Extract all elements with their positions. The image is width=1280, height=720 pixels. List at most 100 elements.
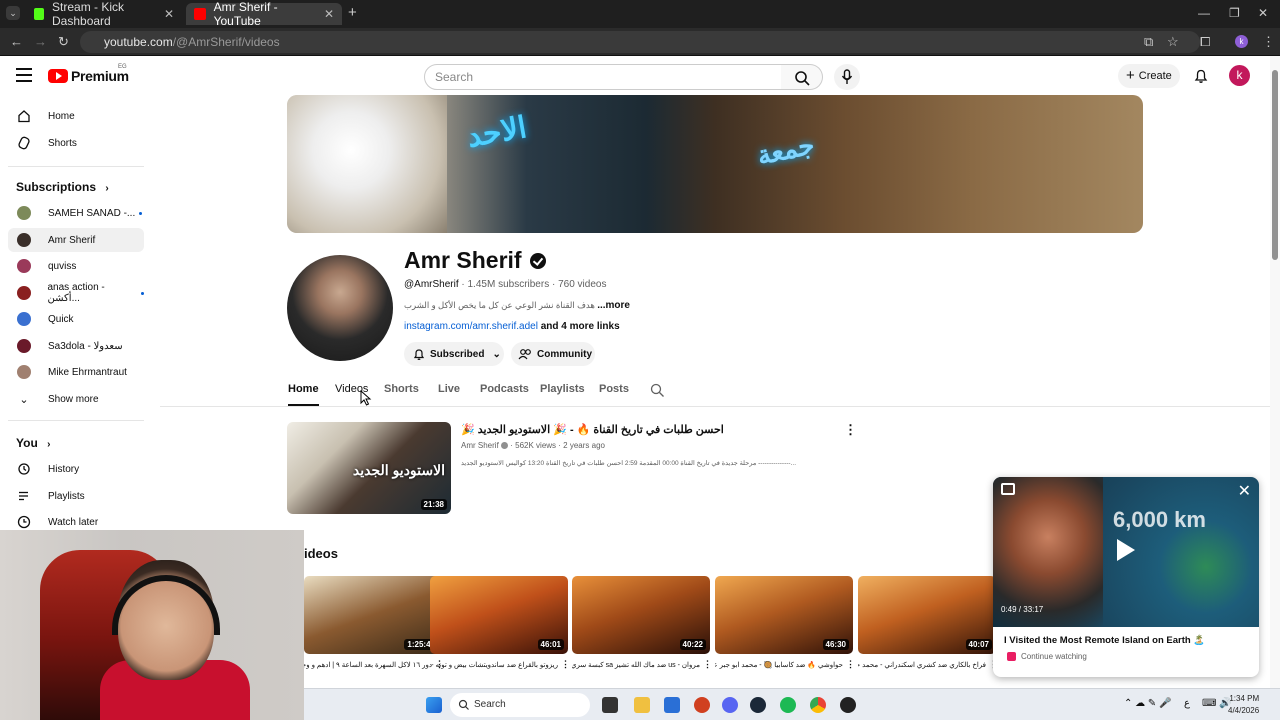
bookmark-star-icon[interactable]: ☆ <box>1167 34 1179 50</box>
video-card[interactable]: 1:25:49 دور ١٦ لاكل السهرة بعد الساعة ٩ … <box>304 576 444 669</box>
play-icon[interactable] <box>1117 539 1135 561</box>
sidebar-sub-anas-action[interactable]: anas action - أكشن... <box>8 281 144 305</box>
minimize-button[interactable]: — <box>1198 6 1210 20</box>
store-icon[interactable] <box>664 697 680 713</box>
video-thumbnail[interactable]: 40:22 <box>572 576 710 654</box>
profile-avatar[interactable]: k <box>1235 35 1248 48</box>
back-button[interactable]: ← <box>10 34 23 49</box>
continue-watching[interactable]: Continue watching <box>1007 652 1087 661</box>
video-card[interactable]: 46:30 حواوشي 🔥 ضد كاسابيا 🥘 - محمد ابو ج… <box>715 576 855 669</box>
tab-shorts[interactable]: Shorts <box>384 383 419 395</box>
input-language[interactable]: ع <box>1184 698 1190 709</box>
more-link[interactable]: ...more <box>597 300 630 311</box>
channel-search-button[interactable] <box>650 383 665 403</box>
you-heading[interactable]: You › <box>16 436 50 450</box>
video-thumbnail[interactable]: 40:07 <box>858 576 996 654</box>
install-app-icon[interactable]: ⧉ <box>1144 34 1153 50</box>
notifications-button[interactable] <box>1193 68 1209 89</box>
hamburger-menu-icon[interactable] <box>16 68 32 82</box>
task-view-icon[interactable] <box>602 697 618 713</box>
windows-start-icon[interactable] <box>426 697 442 713</box>
close-icon[interactable]: ✕ <box>1238 481 1251 501</box>
account-avatar[interactable]: k <box>1229 65 1250 86</box>
tab-youtube-amr-sherif[interactable]: Amr Sherif - YouTube ✕ <box>186 0 342 28</box>
taskbar-clock[interactable]: 1:34 PM 4/4/2026 <box>1228 693 1259 717</box>
more-actions-icon[interactable]: ⋮ <box>703 659 712 670</box>
chrome-icon[interactable] <box>810 697 826 713</box>
taskbar-search[interactable]: Search <box>450 693 590 717</box>
sidebar-sub-quick[interactable]: Quick <box>8 307 144 331</box>
featured-video-title[interactable]: 🎉 احسن طلبات في تاريخ القناة 🔥 - 🎉 الاست… <box>461 423 724 436</box>
video-thumbnail[interactable]: 46:01 <box>430 576 568 654</box>
spotify-icon[interactable] <box>780 697 796 713</box>
sidebar-sub-mike-ehrmantraut[interactable]: Mike Ehrmantraut <box>8 360 144 384</box>
video-card[interactable]: 40:07 فراخ بالكاري ضد كشري اسكندراني - م… <box>858 576 998 669</box>
page-scrollbar[interactable] <box>1270 56 1280 688</box>
sidebar-sub-amr-sherif[interactable]: Amr Sherif <box>8 228 144 252</box>
video-card[interactable]: 46:01 ريزوتو بالقراع ضد ساندويتشات بيض و… <box>430 576 570 669</box>
more-actions-icon[interactable]: ⋮ <box>844 422 857 438</box>
sidebar-item-shorts[interactable]: Shorts <box>8 131 144 155</box>
video-title[interactable]: فراخ بالكاري ضد كشري اسكندراني - محمد حا… <box>858 661 986 671</box>
file-explorer-icon[interactable] <box>634 697 650 713</box>
channel-description[interactable]: هدف القناة نشر الوعي عن كل ما يخص الأكل … <box>404 300 630 311</box>
extensions-icon[interactable]: ⧠ <box>1200 34 1210 50</box>
tab-kick-dashboard[interactable]: Stream - Kick Dashboard ✕ <box>26 0 182 28</box>
voice-search-button[interactable] <box>834 64 860 90</box>
video-thumbnail[interactable]: 1:25:49 <box>304 576 442 654</box>
forward-button[interactable]: → <box>34 34 47 49</box>
sidebar-sub-sa3dola[interactable]: Sa3dola - سعدولا <box>8 334 144 358</box>
tab-search-button[interactable]: ⌄ <box>6 6 20 20</box>
search-button[interactable] <box>781 64 823 90</box>
sidebar-show-more[interactable]: ⌄ Show more <box>8 387 144 411</box>
featured-video-thumbnail[interactable]: الاستوديو الجديد 21:38 <box>287 422 451 514</box>
browser-menu-icon[interactable]: ⋮ <box>1262 34 1275 50</box>
maximize-button[interactable]: ❐ <box>1229 6 1240 20</box>
more-actions-icon[interactable]: ⋮ <box>846 659 855 670</box>
video-title[interactable]: مروان - us ضد ماك الله تشيز sa كبسة سري … <box>572 661 700 671</box>
sidebar-item-playlists[interactable]: Playlists <box>8 484 144 508</box>
more-links[interactable]: and 4 more links <box>541 321 620 332</box>
app-icon[interactable] <box>694 697 710 713</box>
miniplayer[interactable]: 6,000 km 0:49 / 33:17 ✕ I Visited the Mo… <box>993 477 1259 677</box>
obs-icon[interactable] <box>840 697 856 713</box>
miniplayer-title[interactable]: I Visited the Most Remote Island on Eart… <box>1004 635 1205 646</box>
chevron-right-icon: › <box>47 439 51 450</box>
steam-icon[interactable] <box>750 697 766 713</box>
reload-button[interactable]: ↻ <box>58 34 69 50</box>
miniplayer-video[interactable]: 6,000 km 0:49 / 33:17 ✕ <box>993 477 1259 627</box>
scrollbar-thumb[interactable] <box>1272 70 1278 260</box>
video-title[interactable]: ريزوتو بالقراع ضد ساندويتشات بيض و تونه … <box>430 661 558 671</box>
subscribed-button[interactable]: Subscribed ⌄ <box>404 342 504 366</box>
sidebar-item-history[interactable]: History <box>8 457 144 481</box>
sidebar-item-home[interactable]: Home <box>8 104 144 128</box>
subscriptions-heading[interactable]: Subscriptions › <box>16 180 109 194</box>
close-window-button[interactable]: ✕ <box>1258 6 1268 20</box>
video-card[interactable]: 40:22 مروان - us ضد ماك الله تشيز sa كبس… <box>572 576 712 669</box>
sidebar-sub-quviss[interactable]: quviss <box>8 254 144 278</box>
new-tab-button[interactable]: + <box>348 4 357 21</box>
video-title[interactable]: دور ١٦ لاكل السهرة بعد الساعة ٩ | ادهم و… <box>304 661 432 671</box>
close-tab-icon[interactable]: ✕ <box>324 7 334 21</box>
more-actions-icon[interactable]: ⋮ <box>561 659 570 670</box>
tab-posts[interactable]: Posts <box>599 383 629 395</box>
tray-icons[interactable]: ⌃ ☁ ✎ 🎤 <box>1124 698 1172 709</box>
community-button[interactable]: Community <box>511 342 595 366</box>
video-thumbnail[interactable]: 46:30 <box>715 576 853 654</box>
expand-icon[interactable] <box>1001 483 1015 495</box>
tab-podcasts[interactable]: Podcasts <box>480 383 529 395</box>
url-field[interactable]: youtube.com/@AmrSherif/videos <box>80 31 1200 53</box>
tab-playlists[interactable]: Playlists <box>540 383 585 395</box>
sidebar-sub-sameh-sanad[interactable]: SAMEH SANAD -... <box>8 201 144 225</box>
video-title[interactable]: حواوشي 🔥 ضد كاسابيا 🥘 - محمد ابو جبر عي … <box>715 661 843 671</box>
discord-icon[interactable] <box>722 697 738 713</box>
tab-home[interactable]: Home <box>288 383 319 395</box>
close-tab-icon[interactable]: ✕ <box>164 7 174 21</box>
channel-link[interactable]: Amr Sherif <box>461 441 499 450</box>
search-input[interactable]: Search <box>424 64 782 90</box>
tab-live[interactable]: Live <box>438 383 460 395</box>
instagram-link[interactable]: instagram.com/amr.sherif.adel <box>404 321 538 332</box>
create-button[interactable]: + Create <box>1118 64 1180 88</box>
youtube-premium-logo[interactable]: Premium EG <box>48 64 129 84</box>
channel-avatar[interactable] <box>287 255 393 361</box>
